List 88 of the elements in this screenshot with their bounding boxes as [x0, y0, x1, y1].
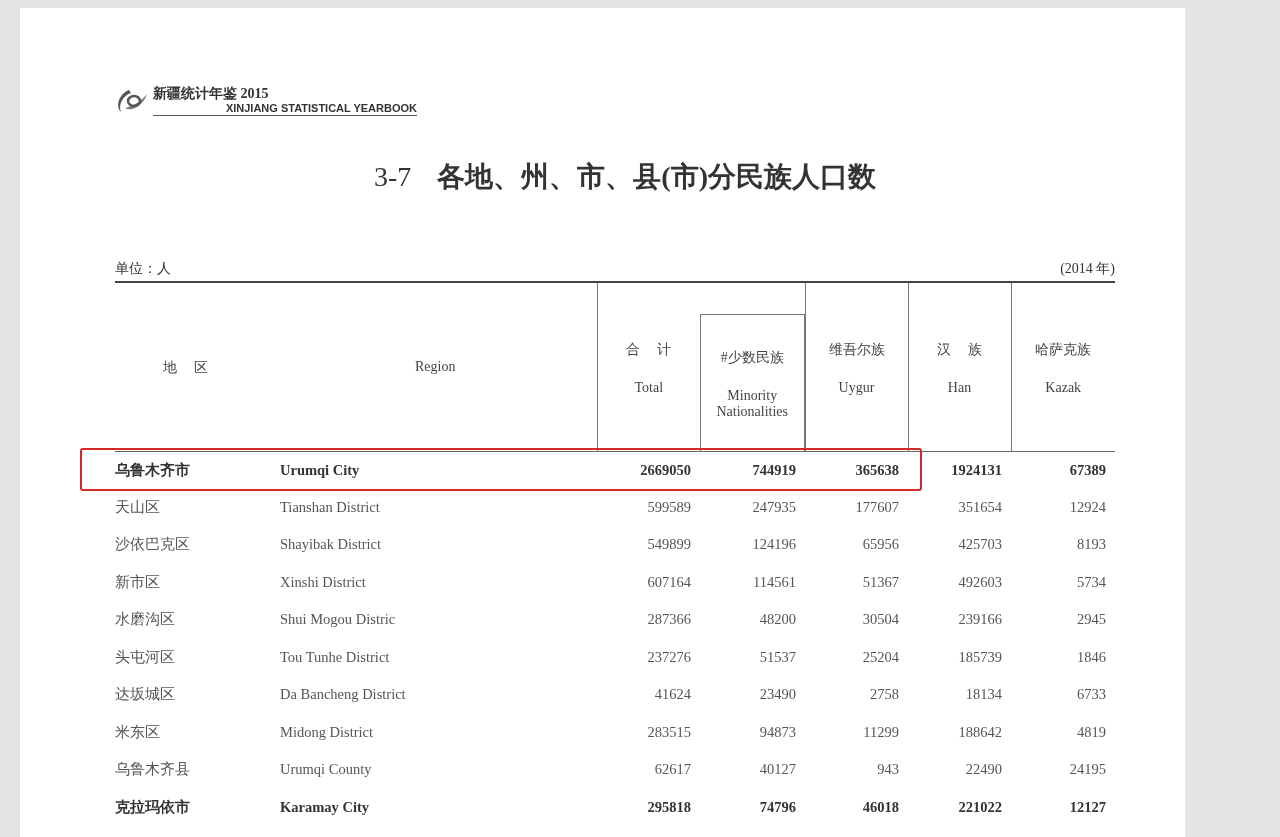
column-header: Region	[415, 359, 457, 375]
table-cell-text: 12924	[1068, 497, 1107, 517]
table-title: 各地、州、市、县(市)分民族人口数	[437, 160, 876, 194]
table-cell: 达坂城区	[115, 676, 280, 714]
table-cell: 67389	[1011, 451, 1115, 489]
table-cell: 天山区	[115, 489, 280, 527]
table-cell-text: 24195	[1068, 760, 1107, 780]
table-cell-text: 239166	[957, 610, 1003, 630]
yearbook-subtitle: XINJIANG STATISTICAL YEARBOOK	[224, 102, 417, 115]
table-cell: Urumqi City	[280, 451, 597, 489]
table-cell-text: Xinshi District	[280, 572, 367, 592]
column-header: 汉族	[937, 341, 999, 357]
table-cell-text: 46018	[861, 797, 900, 817]
table-cell-text: Shui Mogou Distric	[280, 610, 397, 630]
column-header: Han	[946, 379, 973, 396]
table-cell-text: 607164	[646, 572, 692, 592]
table-cell-text: Tou Tunhe District	[280, 647, 391, 667]
unit-label: 单位：人	[115, 260, 171, 278]
column-header: 维吾尔族	[828, 341, 885, 357]
table-cell-text: 5734	[1076, 572, 1107, 592]
column-header: Total	[633, 379, 665, 396]
table-cell-text: 94873	[758, 722, 797, 742]
table-cell-text: 11299	[862, 722, 900, 742]
table-cell-text: 237276	[646, 647, 692, 667]
column-header: #少数民族	[720, 349, 784, 365]
table-cell-text: 247935	[751, 497, 797, 517]
table-cell-text: Midong District	[280, 722, 375, 742]
table-cell: 头屯河区	[115, 639, 280, 677]
table-cell-text: Shayibak District	[280, 535, 383, 555]
year-label: (2014 年)	[1060, 260, 1115, 278]
table-cell-text: 124196	[751, 535, 797, 555]
table-cell-text: 351654	[957, 497, 1003, 517]
table-cell-text: 425703	[957, 535, 1003, 555]
yearbook-title: 新疆统计年鉴 2015	[153, 86, 270, 102]
table-cell-text: 18134	[964, 685, 1003, 705]
table-cell-text: 41624	[653, 685, 692, 705]
table-cell-text: 188642	[957, 722, 1003, 742]
table-cell: 乌鲁木齐县	[115, 751, 280, 789]
table-cell: 1924131	[908, 451, 1011, 489]
table-cell-text: 48200	[758, 610, 797, 630]
column-header: 合计	[626, 341, 688, 357]
table-cell-text: 8193	[1076, 535, 1107, 555]
table-cell: 乌鲁木齐市	[115, 451, 280, 489]
table-cell-text: Urumqi County	[280, 760, 373, 780]
table-cell-text: 599589	[646, 497, 692, 517]
table-cell: 744919	[700, 451, 805, 489]
table-cell-text: 水磨沟区	[115, 610, 176, 630]
table-cell-text: 943	[876, 760, 900, 780]
table-cell-text: 287366	[646, 610, 692, 630]
table-cell-text: 51537	[758, 647, 797, 667]
table-cell-text: Tianshan District	[280, 497, 381, 517]
table-cell-text: 25204	[861, 647, 900, 667]
table-cell-text: 295818	[646, 797, 692, 817]
table-cell-text: Karamay City	[280, 797, 370, 817]
table-cell-text: 74796	[758, 797, 797, 817]
table-cell-text: 65956	[861, 535, 900, 555]
table-cell-text: 185739	[957, 647, 1003, 667]
column-header: Uygur	[837, 379, 876, 396]
table-cell-text: 221022	[957, 797, 1003, 817]
table-number: 3-7	[374, 160, 412, 194]
table-cell-text: 2758	[869, 685, 900, 705]
table-cell-text: 沙依巴克区	[115, 535, 191, 555]
table-cell-text: 51367	[861, 572, 900, 592]
table-cell-text: 30504	[861, 610, 900, 630]
column-header: Minority Nationalities	[715, 387, 789, 420]
table-cell-text: Da Bancheng District	[280, 685, 407, 705]
table-cell-text: 23490	[758, 685, 797, 705]
table-cell-text: 283515	[646, 722, 692, 742]
table-cell-text: 4819	[1076, 722, 1107, 742]
table-cell-text: 1846	[1076, 647, 1107, 667]
table-cell-text: 6733	[1076, 685, 1107, 705]
table-cell-text: 492603	[957, 572, 1003, 592]
table-cell-text: 114561	[752, 572, 797, 592]
table-cell-text: 2945	[1076, 610, 1107, 630]
table-cell-text: 12127	[1068, 797, 1107, 817]
table-cell-text: 22490	[964, 760, 1003, 780]
table-cell: 新市区	[115, 564, 280, 602]
table-cell-text: 62617	[653, 760, 692, 780]
table-cell-text: 177607	[854, 497, 900, 517]
table-cell: 365638	[805, 451, 908, 489]
table-cell-text: 549899	[646, 535, 692, 555]
column-header: 哈萨克族	[1035, 341, 1092, 357]
column-header: Kazak	[1044, 379, 1083, 396]
table-cell-text: 40127	[758, 760, 797, 780]
table-cell: 克拉玛依市	[115, 789, 280, 827]
table-cell: 米东区	[115, 714, 280, 752]
column-header: 地区	[163, 359, 225, 375]
table-cell: 2669050	[597, 451, 700, 489]
